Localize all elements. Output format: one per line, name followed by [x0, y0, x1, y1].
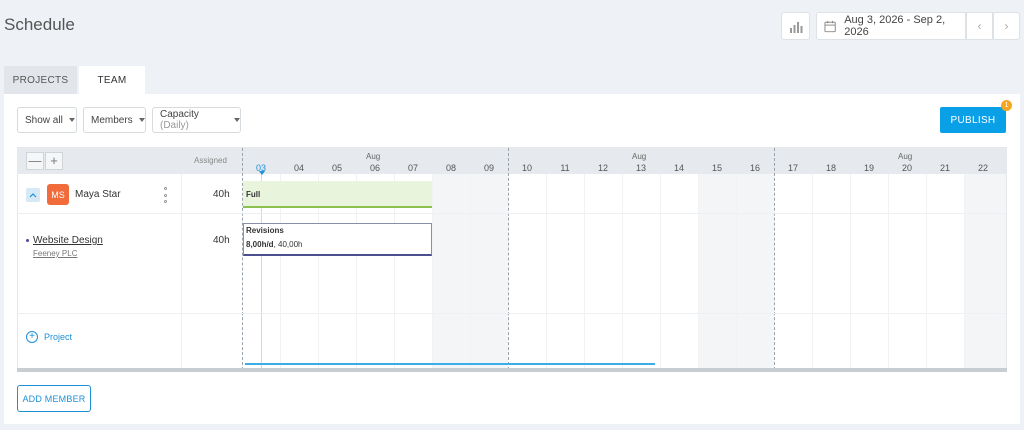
task-title: Revisions — [246, 226, 284, 235]
project-assigned-hours: 40h — [213, 235, 230, 246]
project-name-link[interactable]: Website Design — [33, 235, 103, 246]
capacity-full-bar[interactable]: Full — [243, 181, 432, 208]
add-project-label: Project — [44, 332, 73, 342]
day-label: 18 — [825, 163, 836, 173]
avatar: MS — [47, 184, 69, 205]
day-label: 14 — [673, 163, 684, 173]
task-detail: 8,00h/d, 40,00h — [246, 240, 431, 249]
day-label: 10 — [521, 163, 532, 173]
task-total: , 40,00h — [273, 240, 303, 249]
day-label: 16 — [749, 163, 760, 173]
day-column-line — [736, 174, 737, 368]
show-filter-dropdown[interactable]: Show all — [17, 107, 77, 133]
add-project-button[interactable]: + Project — [26, 331, 72, 343]
day-label: 08 — [445, 163, 456, 173]
day-label: 04 — [293, 163, 304, 173]
member-name[interactable]: Maya Star — [75, 189, 121, 200]
row-divider — [18, 213, 1006, 214]
calendar-icon — [824, 20, 836, 32]
member-assigned-hours: 40h — [213, 189, 230, 200]
group-by-label: Members — [91, 114, 133, 126]
timeline-scroll-indicator — [245, 363, 655, 365]
add-member-button[interactable]: ADD MEMBER — [17, 385, 91, 412]
member-menu-icon[interactable] — [163, 187, 167, 203]
chevron-right-icon: › — [1004, 19, 1009, 33]
caret-down-icon — [138, 118, 145, 122]
capacity-full-label: Full — [246, 190, 261, 199]
day-column-line — [470, 174, 471, 368]
publish-badge: 1 — [1001, 100, 1012, 111]
capacity-label: Capacity (Daily) — [160, 109, 199, 131]
task-allocation-bar[interactable]: Revisions 8,00h/d, 40,00h — [243, 223, 432, 256]
month-label: Aug — [632, 152, 647, 161]
task-rate: 8,00h/d — [246, 240, 274, 249]
caret-down-icon — [68, 118, 75, 122]
day-label: 20 — [901, 163, 912, 173]
day-label: 05 — [331, 163, 342, 173]
reports-button[interactable] — [781, 12, 810, 40]
day-label: 09 — [483, 163, 494, 173]
project-color-dot — [26, 239, 29, 242]
publish-button[interactable]: PUBLISH — [940, 107, 1006, 133]
day-label: 13 — [635, 163, 646, 173]
day-column-line — [964, 174, 965, 368]
week-divider — [508, 148, 509, 368]
day-label: 06 — [369, 163, 380, 173]
group-by-dropdown[interactable]: Members — [83, 107, 146, 133]
day-column-line — [660, 174, 661, 368]
day-label: 17 — [787, 163, 798, 173]
expand-all-button[interactable]: + — [45, 152, 63, 170]
chevron-left-icon: ‹ — [977, 19, 982, 33]
day-column-line — [812, 174, 813, 368]
day-column-line — [926, 174, 927, 368]
chevron-up-icon — [29, 193, 37, 198]
schedule-grid: — + Assigned Aug Aug Aug 03 04 05 06 07 08 09 10 1… — [17, 147, 1007, 369]
horizontal-scrollbar[interactable] — [17, 368, 1007, 372]
day-column-line — [546, 174, 547, 368]
collapse-all-button[interactable]: — — [26, 152, 44, 170]
day-column-line — [888, 174, 889, 368]
date-range-picker[interactable]: Aug 3, 2026 - Sep 2, 2026 — [816, 12, 966, 40]
project-client-link[interactable]: Feeney PLC — [33, 249, 77, 258]
capacity-unit: (Daily) — [160, 120, 189, 131]
assigned-header: Assigned — [194, 156, 227, 165]
day-label: 07 — [407, 163, 418, 173]
today-marker-icon — [259, 171, 265, 175]
day-label: 12 — [597, 163, 608, 173]
row-divider — [18, 313, 1006, 314]
assigned-column-divider — [181, 174, 182, 368]
day-column-line — [698, 174, 699, 368]
day-column-line — [432, 174, 433, 368]
bar-chart-icon — [789, 21, 802, 33]
day-label: 21 — [939, 163, 950, 173]
day-label: 22 — [977, 163, 988, 173]
previous-period-button[interactable]: ‹ — [966, 12, 993, 40]
grid-left-header: — + Assigned — [18, 148, 242, 174]
date-range-label: Aug 3, 2026 - Sep 2, 2026 — [844, 14, 946, 38]
day-label: 19 — [863, 163, 874, 173]
tab-team[interactable]: TEAM — [79, 66, 145, 95]
plus-circle-icon: + — [26, 331, 38, 343]
week-divider — [774, 148, 775, 368]
tab-projects[interactable]: PROJECTS — [4, 66, 77, 95]
page-title: Schedule — [4, 15, 75, 34]
capacity-dropdown[interactable]: Capacity (Daily) — [152, 107, 241, 133]
next-period-button[interactable]: › — [993, 12, 1020, 40]
day-label: 15 — [711, 163, 722, 173]
caret-down-icon — [234, 118, 240, 122]
day-label: 11 — [560, 163, 570, 173]
month-label: Aug — [898, 152, 913, 161]
day-column-line — [622, 174, 623, 368]
month-label: Aug — [366, 152, 381, 161]
weekend-shade — [964, 174, 1006, 368]
member-collapse-toggle[interactable] — [26, 188, 40, 202]
day-column-line — [584, 174, 585, 368]
day-column-line — [850, 174, 851, 368]
show-filter-label: Show all — [25, 114, 63, 126]
